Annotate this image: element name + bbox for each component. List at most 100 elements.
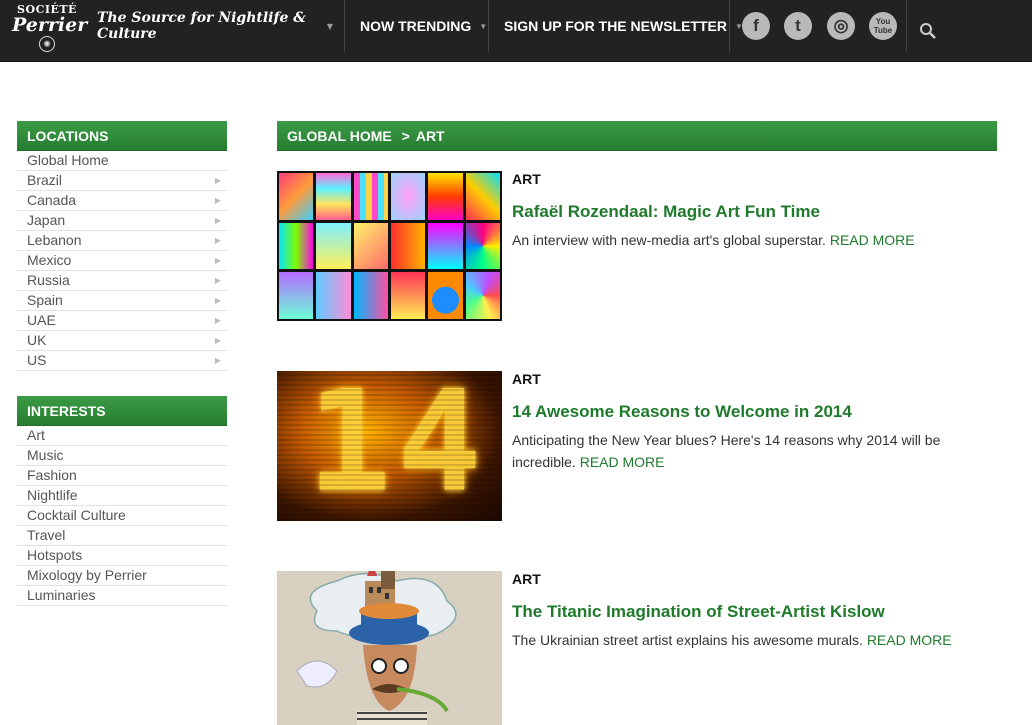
chevron-right-icon: ▶ xyxy=(214,296,221,305)
location-item-japan[interactable]: Japan ▶ xyxy=(17,211,227,231)
location-item-us[interactable]: US ▶ xyxy=(17,351,227,371)
chevron-right-icon: ▶ xyxy=(214,356,221,365)
newsletter-menu[interactable]: SIGN UP FOR THE NEWSLETTER ▼ xyxy=(504,0,743,52)
interests-list: Art Music Fashion Nightlife Cocktail Cul… xyxy=(17,426,227,606)
logo-line2: Perrier xyxy=(12,14,88,36)
nav-divider xyxy=(729,0,730,52)
breadcrumb-current: ART xyxy=(415,128,445,144)
interest-label: Music xyxy=(27,447,64,463)
interest-label: Art xyxy=(27,427,45,443)
location-item-lebanon[interactable]: Lebanon ▶ xyxy=(17,231,227,251)
location-item-global-home[interactable]: Global Home xyxy=(17,151,227,171)
location-label: Lebanon xyxy=(27,232,82,248)
instagram-icon[interactable]: ◎ xyxy=(827,12,855,40)
location-item-canada[interactable]: Canada ▶ xyxy=(17,191,227,211)
search-icon[interactable] xyxy=(919,22,937,40)
location-item-russia[interactable]: Russia ▶ xyxy=(17,271,227,291)
location-item-spain[interactable]: Spain ▶ xyxy=(17,291,227,311)
nav-divider xyxy=(488,0,489,52)
interest-item-mixology[interactable]: Mixology by Perrier xyxy=(17,566,227,586)
interest-item-art[interactable]: Art xyxy=(17,426,227,446)
interest-item-nightlife[interactable]: Nightlife xyxy=(17,486,227,506)
location-label: UK xyxy=(27,332,47,348)
breadcrumb-separator: > xyxy=(401,128,410,144)
chevron-right-icon: ▶ xyxy=(214,196,221,205)
article-body: ART The Titanic Imagination of Street-Ar… xyxy=(512,571,982,651)
location-item-mexico[interactable]: Mexico ▶ xyxy=(17,251,227,271)
youtube-line2: Tube xyxy=(873,26,893,35)
breadcrumb-home-link[interactable]: GLOBAL HOME xyxy=(287,128,392,144)
twitter-icon[interactable]: t xyxy=(784,12,812,40)
nav-divider xyxy=(344,0,345,52)
article-title-link[interactable]: The Titanic Imagination of Street-Artist… xyxy=(512,601,982,623)
interest-item-cocktail-culture[interactable]: Cocktail Culture xyxy=(17,506,227,526)
chevron-right-icon: ▶ xyxy=(214,256,221,265)
site-logo[interactable]: SOCIÉTÉ Perrier ✺ xyxy=(12,4,88,58)
location-label: Spain xyxy=(27,292,63,308)
facebook-icon[interactable]: f xyxy=(742,12,770,40)
chevron-right-icon: ▶ xyxy=(214,176,221,185)
interest-label: Travel xyxy=(27,527,66,543)
location-label: UAE xyxy=(27,312,56,328)
youtube-line1: You xyxy=(875,17,891,26)
location-label: US xyxy=(27,352,47,368)
location-item-uk[interactable]: UK ▶ xyxy=(17,331,227,351)
interest-item-luminaries[interactable]: Luminaries xyxy=(17,586,227,606)
interests-panel: INTERESTS Art Music Fashion Nightlife Co… xyxy=(17,396,227,606)
article-thumbnail-image[interactable] xyxy=(277,171,502,321)
article-description: An interview with new-media art's global… xyxy=(512,232,826,248)
interest-label: Cocktail Culture xyxy=(27,507,126,523)
chevron-right-icon: ▶ xyxy=(214,216,221,225)
interest-label: Hotspots xyxy=(27,547,83,563)
location-label: Canada xyxy=(27,192,77,208)
article-title-link[interactable]: 14 Awesome Reasons to Welcome in 2014 xyxy=(512,401,982,423)
article-body: ART Rafaël Rozendaal: Magic Art Fun Time… xyxy=(512,171,982,251)
chevron-down-icon: ▼ xyxy=(326,21,333,31)
top-navigation-bar: SOCIÉTÉ Perrier ✺ The Source for Nightli… xyxy=(0,0,1032,62)
interest-label: Fashion xyxy=(27,467,77,483)
locations-panel: LOCATIONS Global Home Brazil ▶ Canada ▶ Ja… xyxy=(17,121,227,371)
read-more-link[interactable]: READ MORE xyxy=(830,232,915,248)
interest-item-travel[interactable]: Travel xyxy=(17,526,227,546)
location-label: Japan xyxy=(27,212,66,228)
interest-label: Luminaries xyxy=(27,587,96,603)
location-label: Mexico xyxy=(27,252,72,268)
interest-item-fashion[interactable]: Fashion xyxy=(17,466,227,486)
article-category[interactable]: ART xyxy=(512,171,982,191)
now-trending-label: NOW TRENDING xyxy=(360,18,472,34)
article-summary: An interview with new-media art's global… xyxy=(512,229,982,251)
article-category[interactable]: ART xyxy=(512,571,982,591)
read-more-link[interactable]: READ MORE xyxy=(867,632,952,648)
chevron-down-icon: ▼ xyxy=(479,21,488,31)
article-category[interactable]: ART xyxy=(512,371,982,391)
article-body: ART 14 Awesome Reasons to Welcome in 201… xyxy=(512,371,982,473)
interest-item-hotspots[interactable]: Hotspots xyxy=(17,546,227,566)
breadcrumb: GLOBAL HOME > ART xyxy=(277,121,997,151)
location-label: Russia xyxy=(27,272,70,288)
article-thumbnail-image[interactable]: 14 xyxy=(277,371,502,521)
street-art-illustration xyxy=(277,571,502,725)
tagline-menu[interactable]: The Source for Nightlife & Culture ▼ xyxy=(97,0,333,52)
article-summary: The Ukrainian street artist explains his… xyxy=(512,629,982,651)
newsletter-label: SIGN UP FOR THE NEWSLETTER xyxy=(504,18,727,34)
article-summary: Anticipating the New Year blues? Here's … xyxy=(512,429,982,473)
logo-seal-icon: ✺ xyxy=(39,36,55,52)
interest-label: Nightlife xyxy=(27,487,78,503)
locations-list: Global Home Brazil ▶ Canada ▶ Japan ▶ Leban… xyxy=(17,151,227,371)
nav-divider xyxy=(906,0,907,52)
location-item-brazil[interactable]: Brazil ▶ xyxy=(17,171,227,191)
article-thumbnail-image[interactable] xyxy=(277,571,502,725)
youtube-icon[interactable]: You Tube xyxy=(869,12,897,40)
chevron-right-icon: ▶ xyxy=(214,276,221,285)
now-trending-menu[interactable]: NOW TRENDING ▼ xyxy=(360,0,487,52)
interest-label: Mixology by Perrier xyxy=(27,567,147,583)
chevron-right-icon: ▶ xyxy=(214,236,221,245)
article-description: The Ukrainian street artist explains his… xyxy=(512,632,863,648)
interest-item-music[interactable]: Music xyxy=(17,446,227,466)
location-item-uae[interactable]: UAE ▶ xyxy=(17,311,227,331)
read-more-link[interactable]: READ MORE xyxy=(580,454,665,470)
location-label: Global Home xyxy=(27,152,109,168)
article-title-link[interactable]: Rafaël Rozendaal: Magic Art Fun Time xyxy=(512,201,982,223)
chevron-right-icon: ▶ xyxy=(214,316,221,325)
article-description: Anticipating the New Year blues? Here's … xyxy=(512,432,941,470)
